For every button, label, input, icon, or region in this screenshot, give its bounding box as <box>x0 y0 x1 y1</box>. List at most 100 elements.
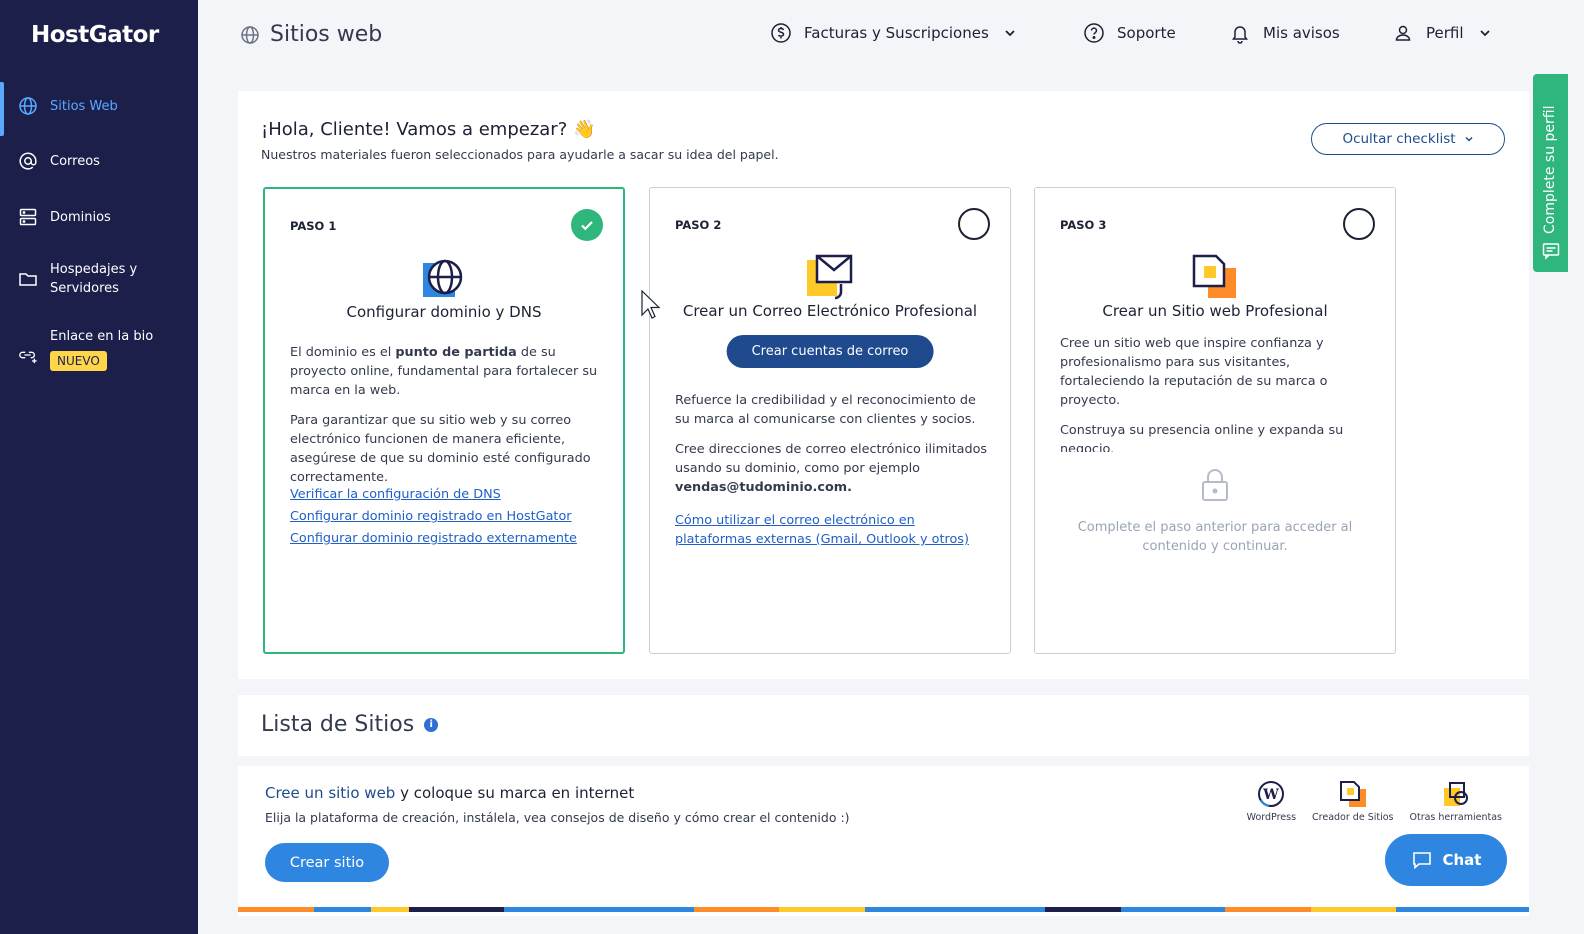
wordpress-icon: W <box>1258 781 1285 807</box>
step-card-2: PASO 2 Crear un Correo Electrónico Profe… <box>649 187 1011 654</box>
svg-text:W: W <box>1262 787 1279 803</box>
step-paragraph: Para garantizar que su sitio web y su co… <box>290 413 591 485</box>
platform-label: WordPress <box>1246 812 1297 823</box>
hostgator-logo[interactable]: HostGator <box>31 22 159 48</box>
billing-menu[interactable]: Facturas y Suscripciones <box>770 22 1017 44</box>
create-site-subtitle: Elija la plataforma de creación, instále… <box>265 810 850 825</box>
email-icon <box>807 254 853 300</box>
locked-message: Complete el paso anterior para acceder a… <box>1077 520 1353 554</box>
bell-icon <box>1229 22 1251 44</box>
support-label: Soporte <box>1117 24 1176 42</box>
configure-external-domain-link[interactable]: Configurar dominio registrado externamen… <box>290 528 605 550</box>
create-site-button[interactable]: Crear sitio <box>265 843 389 882</box>
sidebar: HostGator Sitios Web Correos Dominios Ho… <box>0 0 198 934</box>
sidebar-item-label: Sitios Web <box>50 98 118 114</box>
create-email-accounts-button[interactable]: Crear cuentas de correo <box>726 335 934 368</box>
create-site-title: Cree un sitio web y coloque su marca en … <box>265 784 634 802</box>
create-site-card: Cree un sitio web y coloque su marca en … <box>238 766 1529 916</box>
verify-dns-link[interactable]: Verificar la configuración de DNS <box>290 484 605 506</box>
step-body: El dominio es el punto de partida de su … <box>290 343 605 550</box>
step-paragraph: Construya su presencia online y expanda … <box>1060 423 1344 452</box>
website-builder-icon <box>1192 254 1238 300</box>
profile-label: Perfil <box>1426 24 1464 42</box>
step-label: PASO 2 <box>675 218 722 232</box>
platform-label: Otras herramientas <box>1409 812 1503 823</box>
sidebar-item-dominios[interactable]: Dominios <box>0 207 198 227</box>
user-icon <box>1392 22 1414 44</box>
step-body: Refuerce la credibilidad y el reconocimi… <box>675 391 992 549</box>
checklist-title-text: ¡Hola, Cliente! Vamos a empezar? <box>261 119 568 140</box>
chat-label: Chat <box>1442 851 1482 869</box>
sidebar-item-label: Dominios <box>50 209 111 225</box>
site-builder-icon <box>1339 781 1366 807</box>
step-label: PASO 3 <box>1060 218 1107 232</box>
sites-list-header: Lista de Sitios i <box>238 695 1529 756</box>
step-title: Configurar dominio y DNS <box>346 303 542 321</box>
step-label: PASO 1 <box>290 219 337 233</box>
globe-icon <box>240 25 260 45</box>
empty-circle-icon <box>958 208 990 240</box>
platform-options: W WordPress Creador de Sitios Otras herr… <box>1247 780 1502 823</box>
hide-checklist-label: Ocultar checklist <box>1342 131 1456 147</box>
dollar-icon <box>770 22 792 44</box>
notices-label: Mis avisos <box>1263 24 1340 42</box>
step-card-1: PASO 1 Configurar dominio y DNS El domin… <box>263 187 625 654</box>
platform-site-builder[interactable]: Creador de Sitios <box>1312 780 1394 823</box>
step-card-3: PASO 3 Crear un Sitio web Profesional Cr… <box>1034 187 1396 654</box>
empty-circle-icon <box>1343 208 1375 240</box>
create-site-title-highlight: Cree un sitio web <box>265 784 396 802</box>
globe-dns-icon <box>421 255 467 301</box>
lock-icon <box>1202 469 1228 501</box>
sites-list-title-text: Lista de Sitios <box>261 712 415 737</box>
chat-button[interactable]: Chat <box>1385 834 1507 886</box>
step-body: Cree un sitio web que inspire confianza … <box>1060 334 1377 452</box>
platform-other-tools[interactable]: Otras herramientas <box>1409 780 1503 823</box>
external-email-help-link[interactable]: Cómo utilizar el correo electrónico en p… <box>675 511 992 549</box>
sidebar-item-hospedajes[interactable]: Hospedajes y Servidores <box>0 260 198 298</box>
globe-icon <box>18 96 38 116</box>
new-badge: NUEVO <box>50 351 107 371</box>
complete-profile-label: Complete su perfil <box>1542 105 1558 234</box>
sidebar-item-sitios-web[interactable]: Sitios Web <box>0 82 198 136</box>
folder-icon <box>18 269 38 289</box>
page-title: Sitios web <box>240 22 382 47</box>
step-title: Crear un Correo Electrónico Profesional <box>682 302 978 320</box>
step-paragraph: Refuerce la credibilidad y el reconocimi… <box>675 393 976 427</box>
message-icon <box>1542 242 1560 264</box>
link-icon <box>18 345 38 365</box>
help-circle-icon <box>1083 22 1105 44</box>
server-icon <box>18 207 38 227</box>
wave-emoji: 👋 <box>572 119 596 140</box>
decorative-stripe <box>238 907 1529 912</box>
locked-content: Complete el paso anterior para acceder a… <box>1060 468 1370 556</box>
chevron-down-icon <box>1478 26 1492 40</box>
platform-wordpress[interactable]: W WordPress <box>1247 780 1296 823</box>
step-paragraph: Cree direcciones de correo electrónico i… <box>675 442 988 495</box>
sidebar-item-label: Hospedajes y Servidores <box>50 262 138 296</box>
sidebar-item-enlace-bio[interactable]: Enlace en la bio NUEVO <box>0 329 198 371</box>
hide-checklist-button[interactable]: Ocultar checklist <box>1311 123 1505 155</box>
billing-label: Facturas y Suscripciones <box>804 24 989 42</box>
sites-list-title: Lista de Sitios i <box>261 712 439 737</box>
chevron-down-icon <box>1003 26 1017 40</box>
platform-label: Creador de Sitios <box>1312 812 1394 823</box>
onboarding-checklist: ¡Hola, Cliente! Vamos a empezar? 👋 Nuest… <box>238 91 1529 679</box>
checklist-subtitle: Nuestros materiales fueron seleccionados… <box>261 147 779 162</box>
at-icon <box>18 151 38 171</box>
configure-hostgator-domain-link[interactable]: Configurar dominio registrado en HostGat… <box>290 506 605 528</box>
complete-profile-tab[interactable]: Complete su perfil <box>1533 74 1568 272</box>
profile-menu[interactable]: Perfil <box>1392 22 1492 44</box>
support-link[interactable]: Soporte <box>1083 22 1176 44</box>
step-paragraph: El dominio es el punto de partida de su … <box>290 345 598 398</box>
sidebar-item-correos[interactable]: Correos <box>0 151 198 171</box>
other-tools-icon <box>1443 782 1468 806</box>
info-icon[interactable]: i <box>424 717 439 732</box>
checklist-title: ¡Hola, Cliente! Vamos a empezar? 👋 <box>261 119 595 140</box>
chat-bubble-icon <box>1411 849 1433 871</box>
mouse-cursor-icon <box>641 290 661 319</box>
page-title-text: Sitios web <box>270 22 383 47</box>
chevron-down-icon <box>1464 134 1474 144</box>
sidebar-item-label: Correos <box>50 153 100 169</box>
step-title: Crear un Sitio web Profesional <box>1102 302 1328 320</box>
notices-link[interactable]: Mis avisos <box>1229 22 1340 44</box>
